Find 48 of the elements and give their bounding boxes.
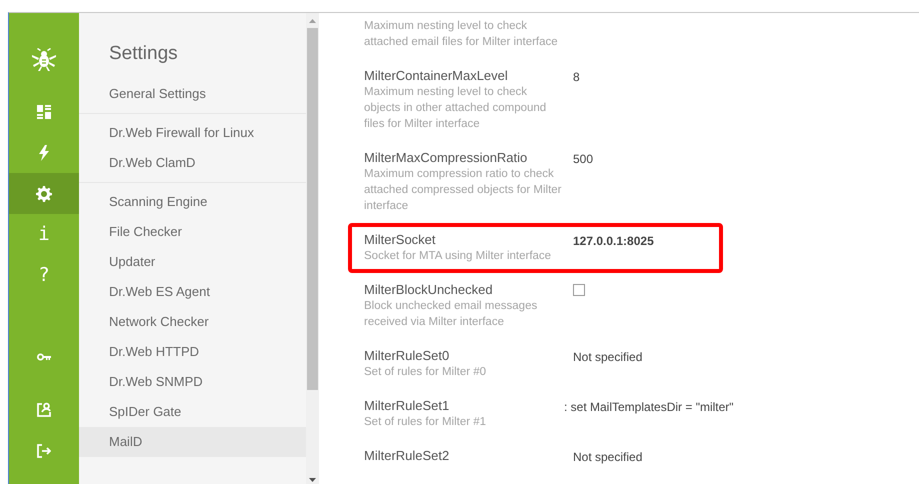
setting-name: MilterRuleSet1 — [364, 398, 450, 414]
setting-value[interactable]: Not specified — [573, 450, 642, 464]
setting-description: Maximum compression ratio to check attached compressed objects for Milter interface — [364, 167, 563, 214]
sidebar-item[interactable]: General Settings — [79, 79, 306, 109]
user-icon — [37, 402, 51, 417]
setting-value[interactable]: 127.0.0.1:8025 — [573, 234, 654, 248]
setting-description: Socket for MTA using Milter interface — [364, 249, 552, 264]
setting-value[interactable]: 500 — [573, 152, 594, 166]
sidebar-item[interactable]: Dr.Web HTTPD — [79, 337, 306, 367]
sidebar-item[interactable]: Scanning Engine — [79, 187, 306, 217]
setting-name: MilterContainerMaxLevel — [364, 68, 509, 84]
sidebar-item[interactable]: Dr.Web SNMPD — [79, 367, 306, 397]
key-icon — [37, 352, 51, 360]
setting-name: MilterRuleSet2 — [364, 448, 450, 464]
setting-name: MilterSocket — [364, 232, 437, 248]
setting-description: Set of rules for Milter #0 — [364, 365, 488, 380]
rail-button[interactable] — [9, 173, 79, 214]
setting-description: Maximum nesting level to check objects in other attached compound files for Milter interface — [364, 85, 548, 132]
setting-value[interactable]: 8 — [573, 70, 580, 84]
scroll-down-icon[interactable] — [309, 478, 316, 482]
setting-value[interactable]: Not specified — [573, 350, 642, 364]
setting-description: Set of rules for Milter #1 — [364, 415, 488, 430]
rail-glyph: i — [38, 225, 50, 244]
sidebar-item[interactable]: MailD — [79, 427, 306, 457]
dashboard-icon — [37, 104, 51, 118]
spider-icon — [31, 48, 57, 72]
logout-icon — [37, 444, 51, 458]
scroll-up-icon[interactable] — [309, 19, 316, 23]
setting-name: MilterBlockUnchecked — [364, 282, 494, 298]
setting-name: MilterRuleSet0 — [364, 348, 450, 364]
sidebar-item[interactable]: File Checker — [79, 217, 306, 247]
sidebar-item[interactable]: Dr.Web ES Agent — [79, 277, 306, 307]
sidebar-item[interactable]: Dr.Web ClamD — [79, 148, 306, 178]
sidebar-item[interactable]: Network Checker — [79, 307, 306, 337]
scrollbar-thumb[interactable] — [307, 28, 318, 390]
setting-description: Block unchecked email messages received via Milter interface — [364, 299, 538, 330]
sidebar-item[interactable]: Updater — [79, 247, 306, 277]
lightning-icon — [39, 144, 49, 160]
settings-icon — [36, 186, 52, 202]
scrollbar[interactable] — [306, 13, 319, 484]
sidebar-item[interactable]: SpIDer Gate — [79, 397, 306, 427]
sidebar-item[interactable]: Dr.Web Firewall for Linux — [79, 118, 306, 148]
sidebar-title: Settings — [109, 43, 179, 65]
setting-name: MilterMaxCompressionRatio — [364, 150, 528, 166]
setting-value[interactable]: : set MailTemplatesDir = "milter" — [564, 400, 734, 414]
checkbox[interactable] — [573, 284, 585, 296]
setting-description: Maximum nesting level to check attached email files for Milter interface — [364, 19, 559, 50]
rail-glyph: ? — [38, 266, 50, 285]
